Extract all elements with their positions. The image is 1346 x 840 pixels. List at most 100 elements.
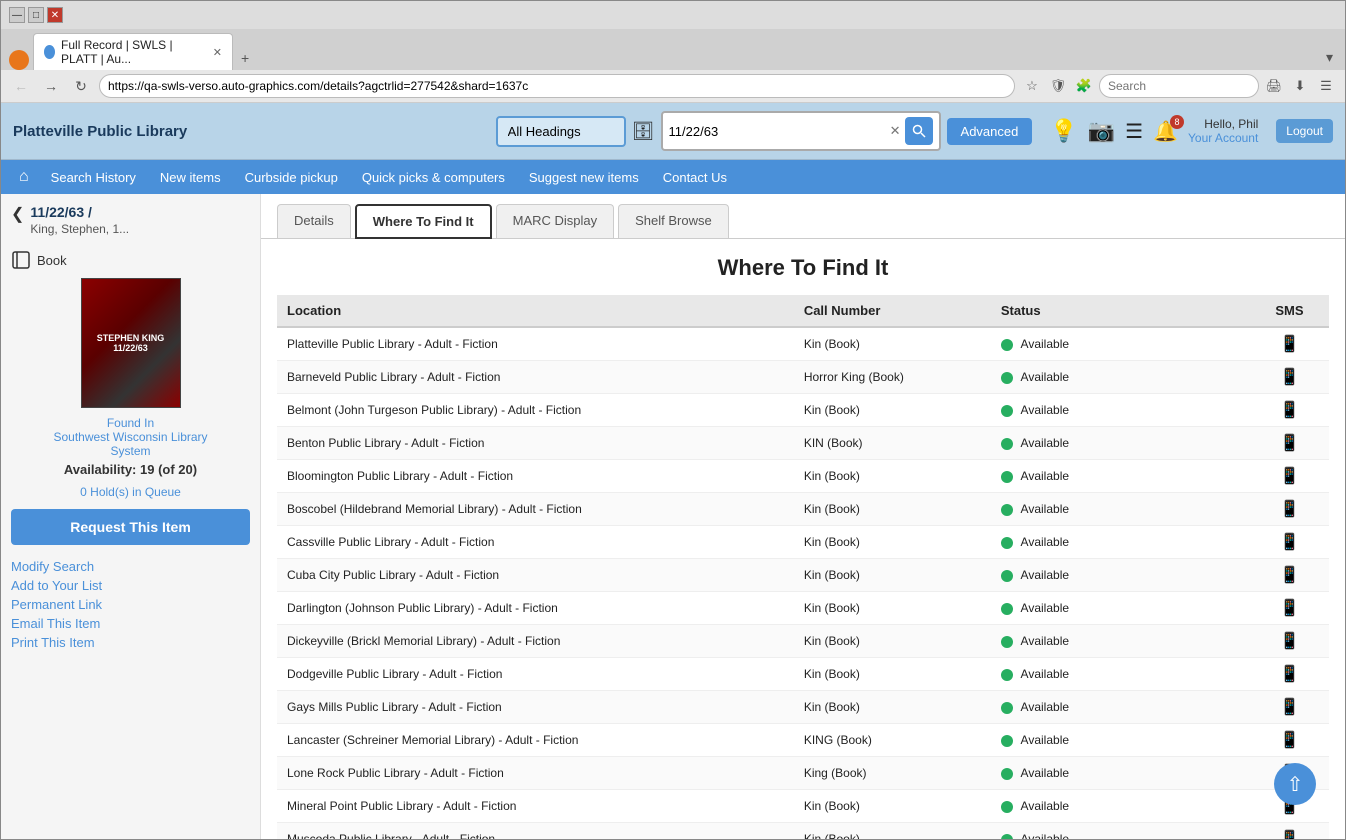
search-input[interactable] <box>669 124 890 139</box>
tab-details[interactable]: Details <box>277 204 351 238</box>
location-cell: Gays Mills Public Library - Adult - Fict… <box>277 691 794 724</box>
location-cell: Lone Rock Public Library - Adult - Ficti… <box>277 757 794 790</box>
table-row: Boscobel (Hildebrand Memorial Library) -… <box>277 493 1329 526</box>
downloads-button[interactable]: ⬇ <box>1289 75 1311 97</box>
request-item-button[interactable]: Request This Item <box>11 509 250 545</box>
sms-cell[interactable]: 📱 <box>1250 460 1329 493</box>
callnumber-cell: Kin (Book) <box>794 394 991 427</box>
main-content: Details Where To Find It MARC Display Sh… <box>261 194 1345 839</box>
maximize-button[interactable]: □ <box>28 7 44 23</box>
sms-cell[interactable]: 📱 <box>1250 658 1329 691</box>
close-button[interactable]: ✕ <box>47 7 63 23</box>
add-to-list-link[interactable]: Add to Your List <box>11 578 250 593</box>
browser-logo-icon <box>9 50 29 70</box>
tab-marc-display[interactable]: MARC Display <box>496 204 615 238</box>
address-input[interactable] <box>99 74 1015 98</box>
back-arrow-button[interactable]: ❮ <box>11 204 24 224</box>
sms-cell[interactable]: 📱 <box>1250 394 1329 427</box>
location-cell: Belmont (John Turgeson Public Library) -… <box>277 394 794 427</box>
tab-favicon <box>44 45 55 59</box>
col-callnumber-header: Call Number <box>794 295 991 327</box>
forward-button[interactable]: → <box>39 74 63 98</box>
holds-label[interactable]: 0 Hold(s) in Queue <box>11 485 250 499</box>
sms-cell[interactable]: 📱 <box>1250 327 1329 361</box>
location-cell: Dodgeville Public Library - Adult - Fict… <box>277 658 794 691</box>
search-clear-button[interactable]: ✕ <box>890 123 901 139</box>
extension-button[interactable]: 🧩 <box>1073 75 1095 97</box>
callnumber-cell: Horror King (Book) <box>794 361 991 394</box>
status-cell: Available <box>991 658 1250 691</box>
callnumber-cell: Kin (Book) <box>794 493 991 526</box>
advanced-search-button[interactable]: Advanced <box>947 118 1033 145</box>
nav-search-history[interactable]: Search History <box>39 162 148 193</box>
status-cell: Available <box>991 493 1250 526</box>
table-row: Dodgeville Public Library - Adult - Fict… <box>277 658 1329 691</box>
table-row: Bloomington Public Library - Adult - Fic… <box>277 460 1329 493</box>
tab-menu-button[interactable]: ▾ <box>1322 45 1337 70</box>
lightbulb-icon[interactable]: 💡 <box>1050 118 1077 144</box>
database-icon[interactable]: 🗄 <box>632 121 655 142</box>
location-cell: Lancaster (Schreiner Memorial Library) -… <box>277 724 794 757</box>
tab-shelf-browse[interactable]: Shelf Browse <box>618 204 729 238</box>
menu-button[interactable]: ☰ <box>1315 75 1337 97</box>
account-label[interactable]: Your Account <box>1188 131 1258 145</box>
nav-quick-picks[interactable]: Quick picks & computers <box>350 162 517 193</box>
active-tab[interactable]: Full Record | SWLS | PLATT | Au... ✕ <box>33 33 233 70</box>
email-item-link[interactable]: Email This Item <box>11 616 250 631</box>
nav-suggest[interactable]: Suggest new items <box>517 162 651 193</box>
sms-cell[interactable]: 📱 <box>1250 361 1329 394</box>
sms-cell[interactable]: 📱 <box>1250 691 1329 724</box>
sms-cell[interactable]: 📱 <box>1250 493 1329 526</box>
tab-label: Full Record | SWLS | PLATT | Au... <box>61 38 207 66</box>
print-icon[interactable]: 🖨 <box>1263 75 1285 97</box>
sms-cell[interactable]: 📱 <box>1250 724 1329 757</box>
notifications-bell-icon[interactable]: 🔔 8 <box>1153 119 1178 144</box>
sms-cell[interactable]: 📱 <box>1250 625 1329 658</box>
table-row: Barneveld Public Library - Adult - Ficti… <box>277 361 1329 394</box>
window-controls: — □ ✕ <box>9 7 63 23</box>
list-icon[interactable]: ☰ <box>1125 119 1143 144</box>
browser-search-input[interactable] <box>1099 74 1259 98</box>
sms-cell[interactable]: 📱 <box>1250 559 1329 592</box>
permanent-link[interactable]: Permanent Link <box>11 597 250 612</box>
user-info[interactable]: Hello, Phil Your Account <box>1188 117 1258 145</box>
scroll-to-top-button[interactable]: ⇧ <box>1274 763 1316 805</box>
nav-curbside[interactable]: Curbside pickup <box>233 162 350 193</box>
callnumber-cell: Kin (Book) <box>794 691 991 724</box>
modify-search-link[interactable]: Modify Search <box>11 559 250 574</box>
search-go-button[interactable] <box>905 117 933 145</box>
availability-label: Availability: 19 (of 20) <box>11 462 250 477</box>
table-row: Cuba City Public Library - Adult - Ficti… <box>277 559 1329 592</box>
nav-home-icon[interactable]: ⌂ <box>9 160 39 194</box>
bookmark-button[interactable]: ☆ <box>1021 75 1043 97</box>
minimize-button[interactable]: — <box>9 7 25 23</box>
sms-cell[interactable]: 📱 <box>1250 592 1329 625</box>
location-cell: Benton Public Library - Adult - Fiction <box>277 427 794 460</box>
reload-button[interactable]: ↻ <box>69 74 93 98</box>
tab-where-to-find[interactable]: Where To Find It <box>355 204 492 239</box>
tab-close-button[interactable]: ✕ <box>213 46 222 59</box>
status-cell: Available <box>991 361 1250 394</box>
logout-button[interactable]: Logout <box>1276 119 1333 143</box>
camera-icon[interactable]: 📷 <box>1088 118 1115 144</box>
status-cell: Available <box>991 559 1250 592</box>
table-row: Platteville Public Library - Adult - Fic… <box>277 327 1329 361</box>
callnumber-cell: Kin (Book) <box>794 559 991 592</box>
nav-new-items[interactable]: New items <box>148 162 233 193</box>
sms-cell[interactable]: 📱 <box>1250 526 1329 559</box>
sms-cell[interactable]: 📱 <box>1250 427 1329 460</box>
heading-select[interactable]: All Headings <box>496 116 626 147</box>
location-cell: Cuba City Public Library - Adult - Ficti… <box>277 559 794 592</box>
status-cell: Available <box>991 327 1250 361</box>
content-area: ❮ 11/22/63 / King, Stephen, 1... Book ST… <box>1 194 1345 839</box>
print-item-link[interactable]: Print This Item <box>11 635 250 650</box>
found-in-label[interactable]: Found In Southwest Wisconsin Library Sys… <box>11 416 250 458</box>
status-cell: Available <box>991 757 1250 790</box>
back-button[interactable]: ← <box>9 74 33 98</box>
app-header: Platteville Public Library All Headings … <box>1 103 1345 160</box>
new-tab-button[interactable]: + <box>233 46 257 70</box>
item-title: 11/22/63 / <box>30 204 129 220</box>
callnumber-cell: Kin (Book) <box>794 790 991 823</box>
status-cell: Available <box>991 394 1250 427</box>
nav-contact[interactable]: Contact Us <box>651 162 739 193</box>
